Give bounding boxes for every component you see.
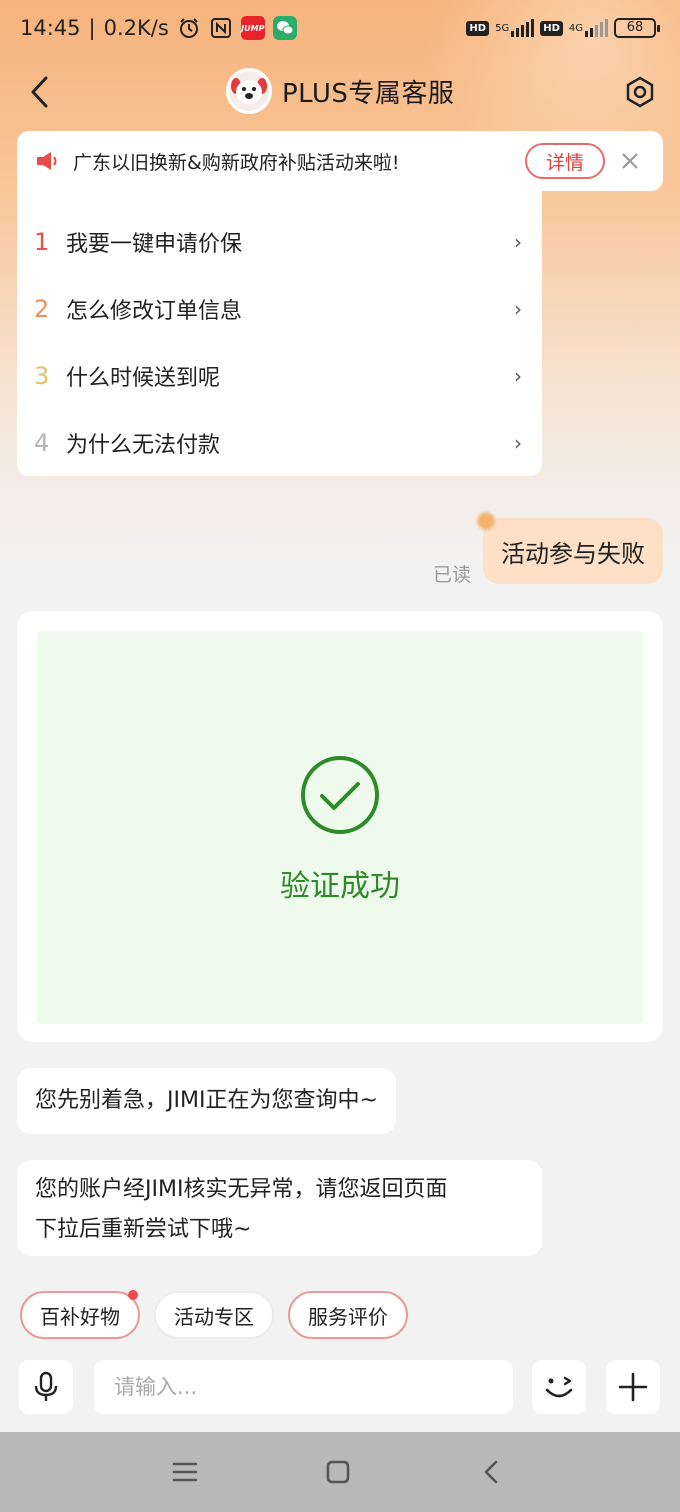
faq-label: 什么时候送到呢 (66, 366, 221, 391)
signal-icon-1 (511, 19, 535, 37)
back-arrow-icon (31, 76, 48, 108)
home-button[interactable] (318, 1452, 358, 1492)
hd-badge-2: HD (540, 20, 563, 36)
network-4g-label: 4G (568, 22, 583, 34)
faq-item[interactable]: 3 什么时候送到呢 › (17, 346, 542, 406)
faq-label: 怎么修改订单信息 (66, 299, 243, 324)
notice-text: 广东以旧换新&购新政府补贴活动来啦! (73, 151, 400, 174)
hd-badge-1: HD (466, 20, 490, 36)
bot-message-line: 您的账户经JIMI核实无异常，请您返回页面 (35, 1177, 448, 1202)
menu-icon (172, 1462, 198, 1482)
more-button[interactable] (606, 1360, 660, 1414)
settings-hexagon-icon (626, 76, 654, 108)
chat-header: PLUS专属客服 (0, 62, 680, 122)
status-left: 14:45 | 0.2K/s JUMP (20, 16, 297, 40)
faq-number: 1 (34, 228, 50, 256)
chip-label: 活动专区 (174, 1304, 254, 1329)
status-divider: | (88, 16, 96, 40)
quick-action-chip-review[interactable]: 服务评价 (288, 1291, 408, 1339)
wink-emoji-icon (545, 1376, 573, 1398)
header-center: PLUS专属客服 (226, 68, 454, 114)
avatar (226, 68, 272, 114)
bot-message-bubble[interactable]: 您的账户经JIMI核实无异常，请您返回页面 下拉后重新尝试下哦~ (17, 1160, 542, 1256)
chevron-right-icon: › (514, 297, 522, 321)
verify-card: 验证成功 (17, 611, 663, 1042)
faq-label: 为什么无法付款 (66, 433, 221, 458)
input-bar (0, 1352, 680, 1432)
alarm-icon (177, 16, 201, 40)
verify-success-text: 验证成功 (280, 869, 400, 904)
back-button[interactable] (22, 72, 56, 112)
status-bar: 14:45 | 0.2K/s JUMP HD 5G HD 4G 68 (0, 0, 680, 62)
microphone-icon (34, 1371, 58, 1401)
quick-action-chip-baibu[interactable]: 百补好物 (20, 1290, 140, 1339)
system-back-button[interactable] (471, 1452, 511, 1492)
check-circle-icon (301, 756, 379, 834)
system-nav-bar (0, 1432, 680, 1512)
bot-message-line: 下拉后重新尝试下哦~ (35, 1217, 252, 1242)
plus-icon (618, 1372, 648, 1402)
notice-close-button[interactable] (605, 136, 655, 186)
close-icon (622, 153, 638, 169)
status-time: 14:45 (20, 16, 81, 40)
faq-number: 2 (34, 295, 50, 323)
home-square-icon (326, 1460, 350, 1484)
voice-button[interactable] (19, 1360, 73, 1414)
menu-button[interactable] (165, 1452, 205, 1492)
jd-dog-avatar-icon (229, 71, 269, 111)
notification-dot (128, 1290, 138, 1300)
jump-app-icon: JUMP (240, 16, 265, 40)
notice-detail-button[interactable]: 详情 (525, 143, 605, 179)
message-input[interactable] (94, 1360, 513, 1414)
chip-label: 服务评价 (308, 1304, 388, 1329)
back-chevron-icon (484, 1460, 498, 1484)
page-title: PLUS专属客服 (282, 78, 455, 109)
chip-label: 百补好物 (40, 1304, 120, 1329)
read-status: 已读 (433, 564, 472, 586)
speaker-icon (35, 147, 63, 175)
network-5g-label: 5G (495, 22, 510, 34)
faq-number: 3 (34, 362, 50, 390)
faq-label: 我要一键申请价保 (66, 232, 243, 257)
faq-item[interactable]: 2 怎么修改订单信息 › (17, 279, 542, 339)
chevron-right-icon: › (514, 431, 522, 455)
bot-message-bubble[interactable]: 您先别着急，JIMI正在为您查询中~ (17, 1068, 396, 1134)
wechat-icon (272, 16, 297, 40)
chevron-right-icon: › (514, 230, 522, 254)
chevron-right-icon: › (514, 364, 522, 388)
faq-item[interactable]: 4 为什么无法付款 › (17, 413, 542, 473)
settings-button[interactable] (620, 72, 660, 112)
faq-number: 4 (34, 429, 50, 457)
signal-icon-2 (585, 19, 608, 37)
emoji-button[interactable] (532, 1360, 586, 1414)
notice-banner: 广东以旧换新&购新政府补贴活动来啦! 详情 (17, 131, 663, 191)
quick-action-chip-activity[interactable]: 活动专区 (154, 1291, 274, 1339)
faq-item[interactable]: 1 我要一键申请价保 › (17, 212, 542, 272)
faq-card: 1 我要一键申请价保 › 2 怎么修改订单信息 › 3 什么时候送到呢 › 4 … (17, 172, 542, 476)
user-message-bubble[interactable]: 活动参与失败 (475, 510, 663, 584)
verify-panel: 验证成功 (37, 631, 643, 1024)
status-right: HD 5G HD 4G 68 (466, 18, 660, 38)
battery-icon: 68 (614, 18, 660, 38)
nfc-icon (209, 16, 233, 40)
network-speed: 0.2K/s (103, 16, 169, 40)
